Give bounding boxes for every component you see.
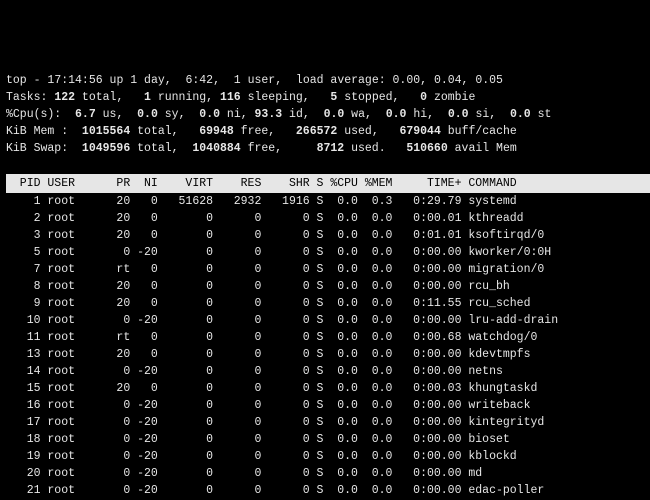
label: ni, [220, 108, 255, 121]
process-row[interactable]: 11 root rt 0 0 0 0 S 0.0 0.0 0:00.68 wat… [6, 329, 650, 346]
label: avail Mem [448, 142, 517, 155]
cpu-sy: 0.0 [137, 108, 158, 121]
label: top - [6, 74, 47, 87]
process-row[interactable]: 18 root 0 -20 0 0 0 S 0.0 0.0 0:00.00 bi… [6, 431, 650, 448]
column-header-row[interactable]: PID USER PR NI VIRT RES SHR S %CPU %MEM … [6, 174, 650, 193]
label: total, [75, 91, 144, 104]
tasks-zombie: 0 [420, 91, 427, 104]
label: used, [337, 125, 399, 138]
summary-line-mem: KiB Mem : 1015564 total, 69948 free, 266… [6, 123, 650, 140]
summary-line-tasks: Tasks: 122 total, 1 running, 116 sleepin… [6, 89, 650, 106]
process-row[interactable]: 19 root 0 -20 0 0 0 S 0.0 0.0 0:00.00 kb… [6, 448, 650, 465]
label: sleeping, [241, 91, 331, 104]
label: stopped, [337, 91, 420, 104]
label: free, [234, 125, 296, 138]
process-list[interactable]: 1 root 20 0 51628 2932 1916 S 0.0 0.3 0:… [6, 193, 650, 500]
mem-avail: 510660 [406, 142, 447, 155]
users-count: 1 [234, 74, 241, 87]
process-row[interactable]: 10 root 0 -20 0 0 0 S 0.0 0.0 0:00.00 lr… [6, 312, 650, 329]
label: si, [469, 108, 510, 121]
label: st [531, 108, 552, 121]
uptime: 6:42 [185, 74, 213, 87]
label: running, [151, 91, 220, 104]
mem-used: 266572 [296, 125, 337, 138]
process-row[interactable]: 17 root 0 -20 0 0 0 S 0.0 0.0 0:00.00 ki… [6, 414, 650, 431]
label: up 1 day, [103, 74, 186, 87]
process-row[interactable]: 5 root 0 -20 0 0 0 S 0.0 0.0 0:00.00 kwo… [6, 244, 650, 261]
process-row[interactable]: 1 root 20 0 51628 2932 1916 S 0.0 0.3 0:… [6, 193, 650, 210]
cpu-st: 0.0 [510, 108, 531, 121]
label: %Cpu(s): [6, 108, 75, 121]
cpu-wa: 0.0 [324, 108, 345, 121]
cpu-hi: 0.0 [386, 108, 407, 121]
tasks-sleeping: 116 [220, 91, 241, 104]
label: buff/cache [441, 125, 517, 138]
process-row[interactable]: 3 root 20 0 0 0 0 S 0.0 0.0 0:01.01 ksof… [6, 227, 650, 244]
process-row[interactable]: 15 root 20 0 0 0 0 S 0.0 0.0 0:00.03 khu… [6, 380, 650, 397]
cpu-id: 93.3 [255, 108, 283, 121]
process-row[interactable]: 16 root 0 -20 0 0 0 S 0.0 0.0 0:00.00 wr… [6, 397, 650, 414]
tasks-total: 122 [54, 91, 75, 104]
label: KiB Mem : [6, 125, 82, 138]
mem-total: 1015564 [82, 125, 130, 138]
mem-free: 69948 [199, 125, 234, 138]
label: total, [130, 125, 199, 138]
label: KiB Swap: [6, 142, 82, 155]
swap-total: 1049596 [82, 142, 130, 155]
process-row[interactable]: 2 root 20 0 0 0 0 S 0.0 0.0 0:00.01 kthr… [6, 210, 650, 227]
swap-used: 8712 [317, 142, 345, 155]
load-average: 0.00, 0.04, 0.05 [393, 74, 503, 87]
time: 17:14:56 [47, 74, 102, 87]
label: sy, [158, 108, 199, 121]
process-row[interactable]: 21 root 0 -20 0 0 0 S 0.0 0.0 0:00.00 ed… [6, 482, 650, 499]
label: total, [130, 142, 192, 155]
summary-line-swap: KiB Swap: 1049596 total, 1040884 free, 8… [6, 140, 650, 157]
cpu-si: 0.0 [448, 108, 469, 121]
label: hi, [406, 108, 447, 121]
process-row[interactable]: 7 root rt 0 0 0 0 S 0.0 0.0 0:00.00 migr… [6, 261, 650, 278]
cpu-ni: 0.0 [199, 108, 220, 121]
tasks-running: 1 [144, 91, 151, 104]
process-row[interactable]: 8 root 20 0 0 0 0 S 0.0 0.0 0:00.00 rcu_… [6, 278, 650, 295]
blank-line [6, 157, 650, 174]
summary-line-uptime: top - 17:14:56 up 1 day, 6:42, 1 user, l… [6, 72, 650, 89]
process-row[interactable]: 14 root 0 -20 0 0 0 S 0.0 0.0 0:00.00 ne… [6, 363, 650, 380]
summary-line-cpu: %Cpu(s): 6.7 us, 0.0 sy, 0.0 ni, 93.3 id… [6, 106, 650, 123]
label: used. [344, 142, 406, 155]
label: user, load average: [241, 74, 393, 87]
label: zombie [427, 91, 475, 104]
label: id, [282, 108, 323, 121]
mem-buffcache: 679044 [399, 125, 440, 138]
label: , [213, 74, 234, 87]
label: wa, [344, 108, 385, 121]
label: free, [241, 142, 317, 155]
cpu-us: 6.7 [75, 108, 96, 121]
label: Tasks: [6, 91, 54, 104]
swap-free: 1040884 [192, 142, 240, 155]
label: us, [96, 108, 137, 121]
process-row[interactable]: 9 root 20 0 0 0 0 S 0.0 0.0 0:11.55 rcu_… [6, 295, 650, 312]
process-row[interactable]: 20 root 0 -20 0 0 0 S 0.0 0.0 0:00.00 md [6, 465, 650, 482]
process-row[interactable]: 13 root 20 0 0 0 0 S 0.0 0.0 0:00.00 kde… [6, 346, 650, 363]
